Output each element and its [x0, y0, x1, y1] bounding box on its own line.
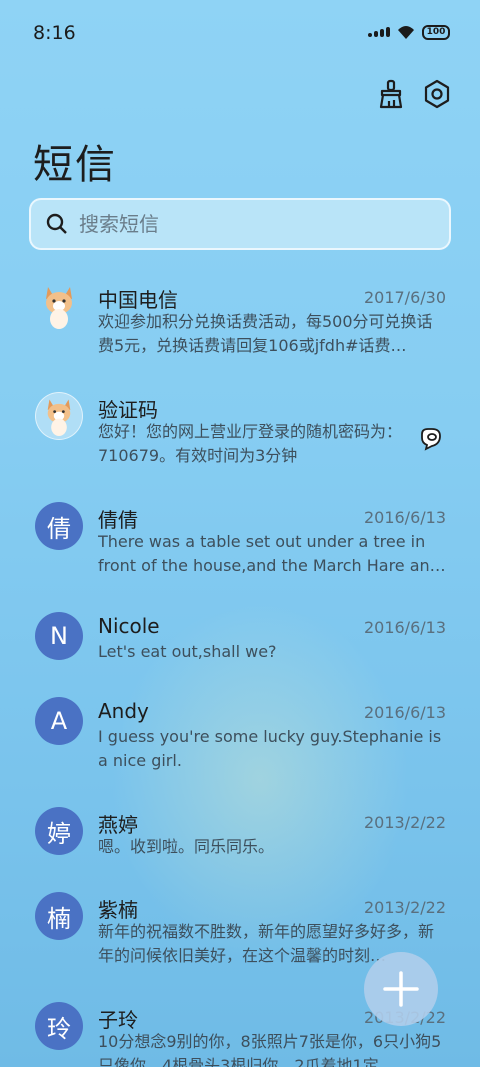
message-preview: 10分想念9别的你，8张照片7张是你，6只小狗5只像你，4根骨头3根归你，2爪着…: [98, 1032, 442, 1067]
message-row-5[interactable]: A Andy 2016/6/13 I guess you're some luc…: [0, 687, 480, 797]
sender-name: 燕婷: [98, 813, 138, 837]
message-preview: 嗯。收到啦。同乐同乐。: [98, 837, 275, 856]
message-row-3[interactable]: 倩 倩倩 2016/6/13 There was a table set out…: [0, 492, 480, 602]
status-time: 8:16: [33, 22, 76, 44]
message-preview: I guess you're some lucky guy.Stephanie …: [98, 727, 442, 770]
contact-avatar: 楠: [35, 892, 83, 940]
sender-name: Andy: [98, 699, 149, 723]
message-row-1[interactable]: 中国电信 2017/6/30 欢迎参加积分兑换话费活动，每500分可兑换话费5元…: [0, 272, 480, 382]
search-input[interactable]: [79, 212, 419, 236]
corgi-avatar-icon: [35, 282, 83, 330]
search-bar[interactable]: [29, 198, 451, 250]
message-preview: Let's eat out,shall we?: [98, 642, 277, 661]
message-row-6[interactable]: 婷 燕婷 2013/2/22 嗯。收到啦。同乐同乐。: [0, 797, 480, 882]
contact-avatar: N: [35, 612, 83, 660]
page-title: 短信: [33, 142, 117, 188]
copy-code-icon[interactable]: [418, 426, 446, 456]
compose-button[interactable]: [364, 952, 438, 1026]
message-preview: 欢迎参加积分兑换话费活动，每500分可兑换话费5元，兑换话费请回复106或jfd…: [98, 312, 433, 355]
message-date: 2013/2/22: [363, 898, 446, 917]
contact-avatar: A: [35, 697, 83, 745]
sender-name: 倩倩: [98, 508, 138, 532]
contact-avatar: 玲: [35, 1002, 83, 1050]
message-date: 2016/6/13: [363, 618, 446, 637]
sender-name: 验证码: [98, 398, 158, 422]
message-date: 2017/6/30: [363, 288, 446, 307]
signal-icon: [368, 27, 390, 37]
sender-name: 紫楠: [98, 898, 138, 922]
plus-icon: [383, 971, 419, 1007]
message-date: 2013/2/22: [363, 813, 446, 832]
broom-icon[interactable]: [376, 78, 406, 110]
wifi-icon: [398, 26, 414, 39]
sender-name: 子玲: [98, 1008, 138, 1032]
search-icon: [46, 213, 67, 234]
corgi-avatar-icon: [35, 392, 83, 440]
sender-name: Nicole: [98, 614, 160, 638]
settings-icon[interactable]: [422, 78, 452, 110]
message-date: 2016/6/13: [363, 508, 446, 527]
message-list: 中国电信 2017/6/30 欢迎参加积分兑换话费活动，每500分可兑换话费5元…: [0, 272, 480, 1067]
message-preview: There was a table set out under a tree i…: [98, 532, 446, 575]
message-preview: 您好！您的网上营业厅登录的随机密码为：710679。有效时间为3分钟: [98, 422, 403, 465]
top-actions: [376, 78, 452, 110]
message-row-4[interactable]: N Nicole 2016/6/13 Let's eat out,shall w…: [0, 602, 480, 687]
status-icons: 100: [368, 24, 450, 40]
message-row-2[interactable]: 验证码 您好！您的网上营业厅登录的随机密码为：710679。有效时间为3分钟: [0, 382, 480, 492]
message-date: 2016/6/13: [363, 703, 446, 722]
sender-name: 中国电信: [98, 288, 178, 312]
battery-icon: 100: [422, 24, 450, 40]
status-bar: 8:16 100: [0, 0, 480, 66]
battery-level: 100: [426, 27, 446, 37]
contact-avatar: 倩: [35, 502, 83, 550]
contact-avatar: 婷: [35, 807, 83, 855]
